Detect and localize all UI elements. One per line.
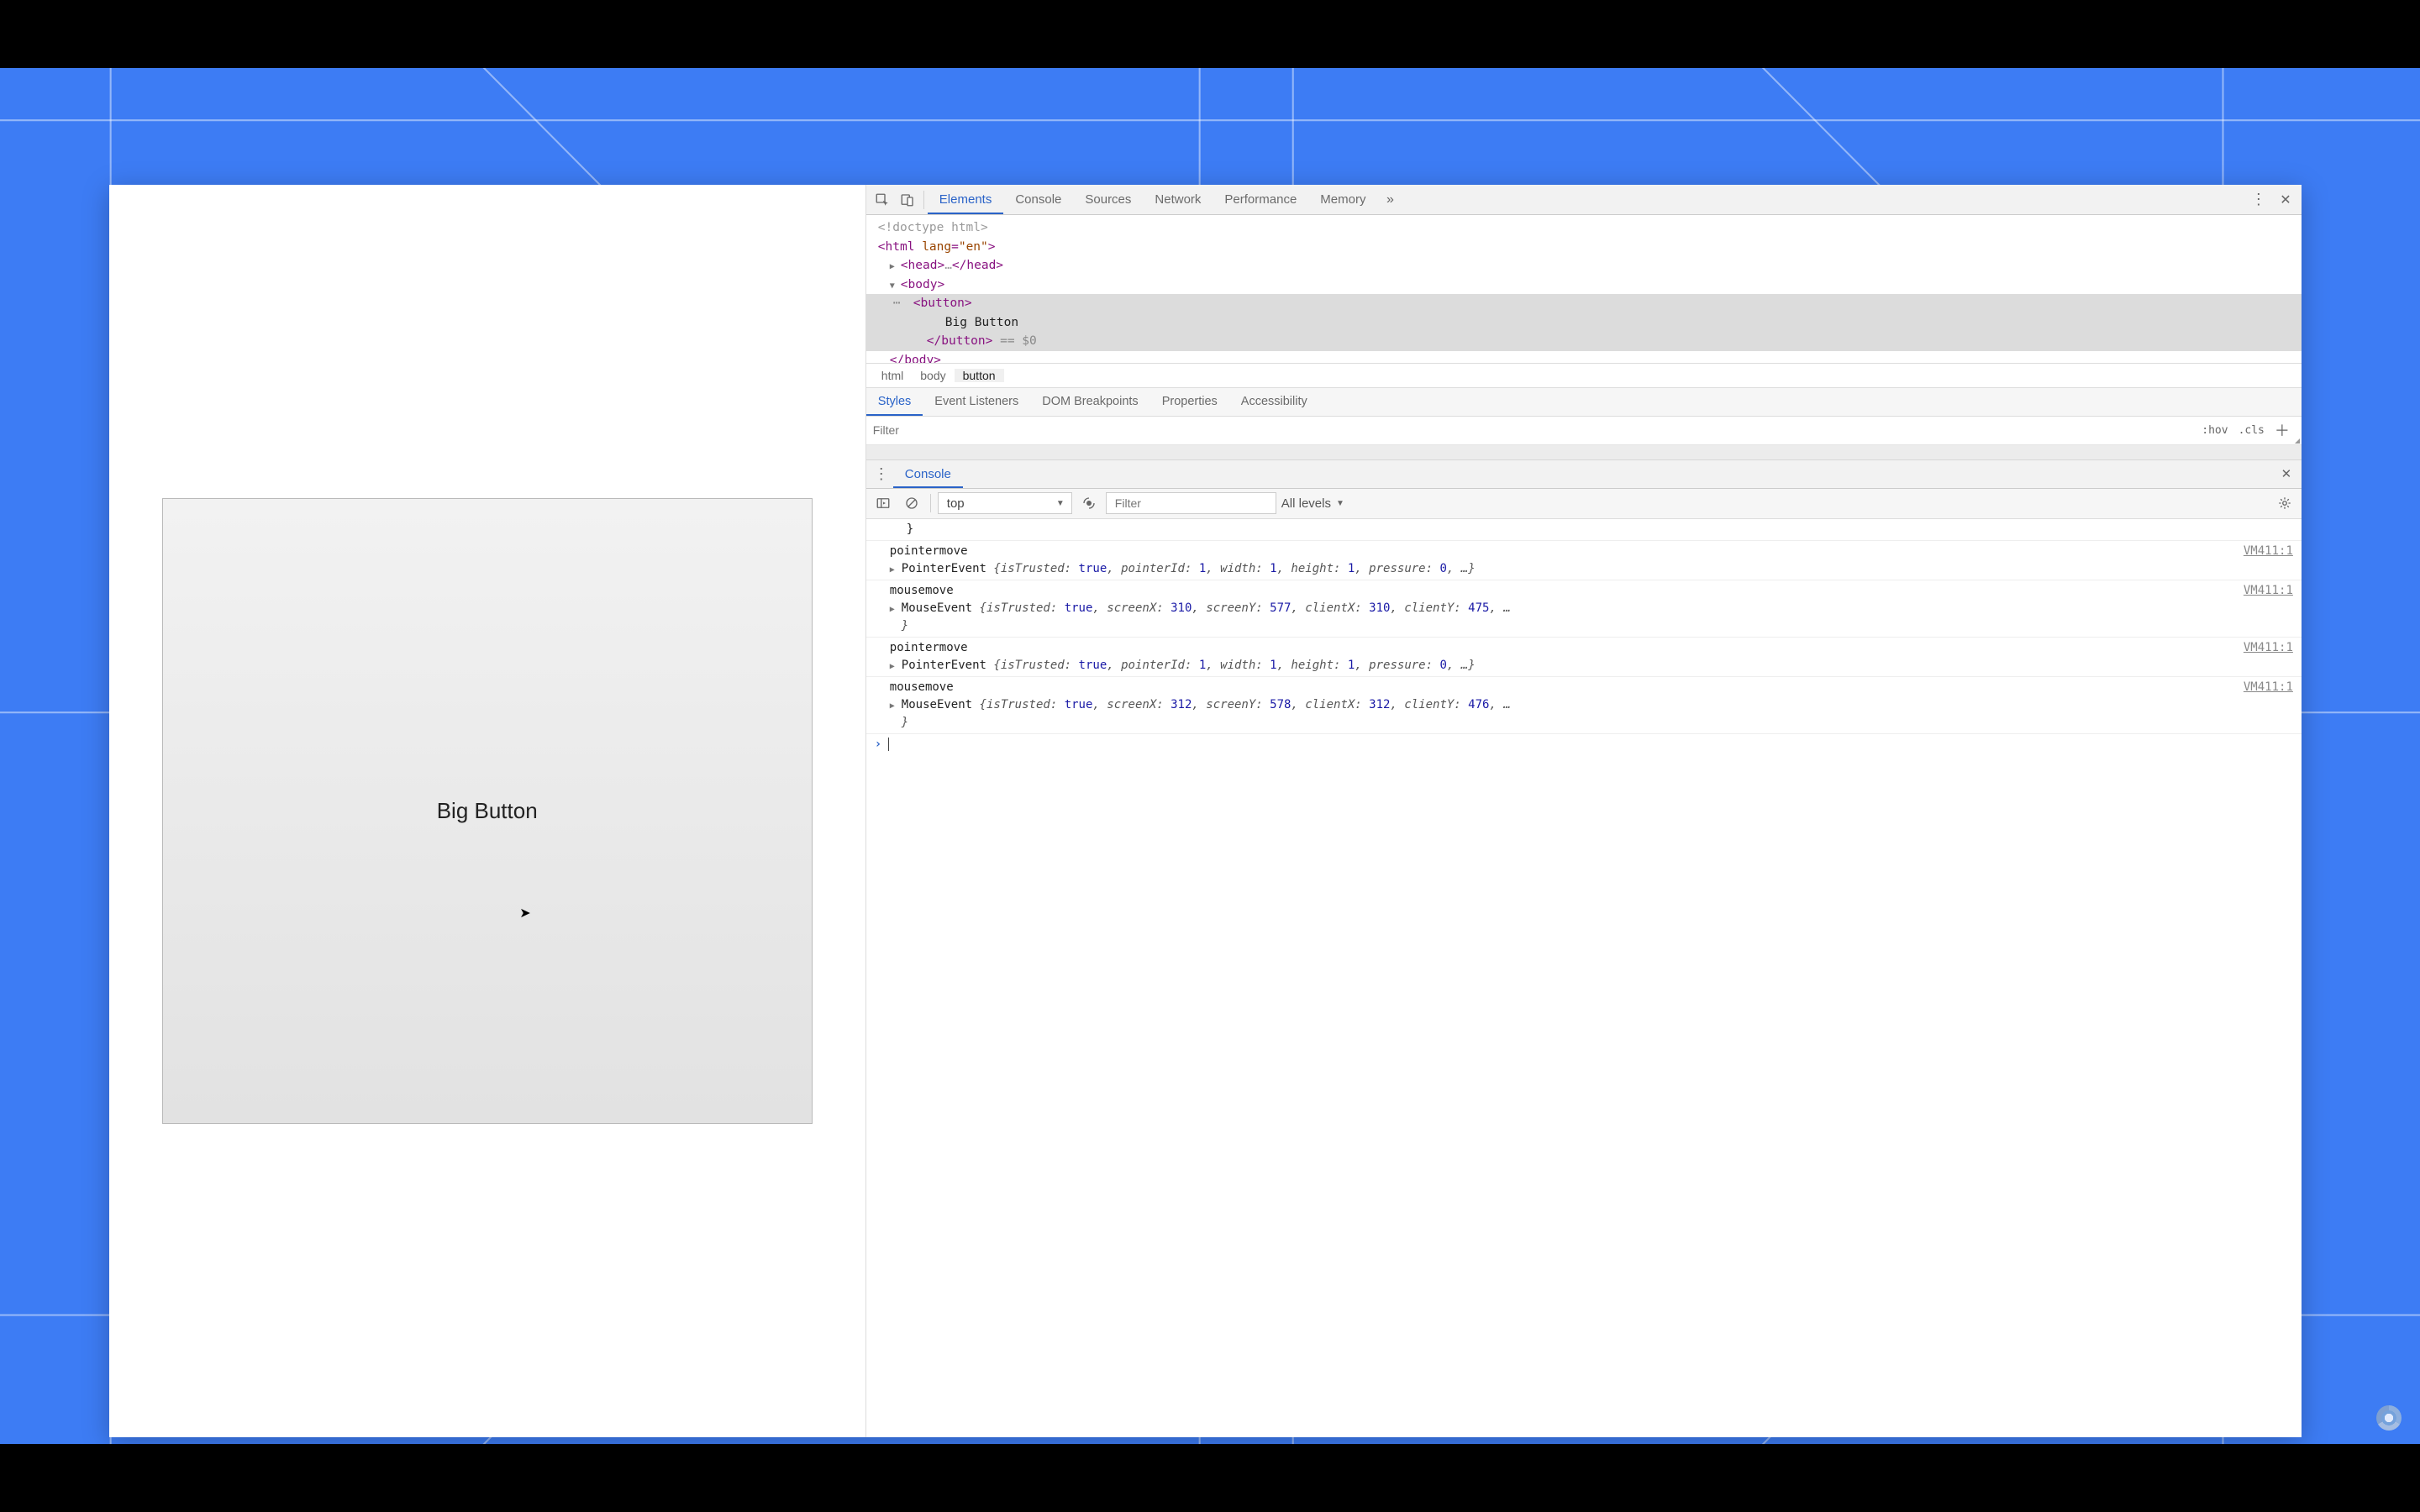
slide-background: Big Button ➤ Elements Console (0, 68, 2420, 1444)
letterbox-top (0, 0, 2420, 68)
dom-body-open[interactable]: <body> (901, 278, 944, 291)
styles-empty-area (866, 445, 2302, 460)
tabs-overflow-icon[interactable]: » (1377, 187, 1402, 213)
clear-console-icon[interactable] (900, 491, 923, 515)
close-drawer-icon[interactable]: ✕ (2275, 462, 2298, 486)
styles-filter-row: :hov .cls ＋ (866, 417, 2302, 445)
log-event-name: pointermove (890, 639, 2293, 657)
log-source-link[interactable]: VM411:1 (2244, 582, 2293, 600)
toggle-sidebar-icon[interactable] (871, 491, 895, 515)
styles-subtabs: Styles Event Listeners DOM Breakpoints P… (866, 388, 2302, 417)
console-drawer-tabs: ⋮ Console ✕ (866, 460, 2302, 489)
expand-object-icon[interactable]: ▶ (890, 696, 898, 712)
log-source-link[interactable]: VM411:1 (2244, 639, 2293, 657)
log-levels-select[interactable]: All levels▼ (1281, 496, 1344, 511)
device-toolbar-icon[interactable] (895, 187, 920, 213)
separator (930, 494, 931, 512)
hov-toggle[interactable]: :hov (2196, 424, 2233, 437)
tab-network[interactable]: Network (1143, 185, 1213, 214)
console-drawer: ⋮ Console ✕ top (866, 460, 2302, 1437)
subtab-styles[interactable]: Styles (866, 388, 923, 416)
expand-object-icon[interactable]: ▶ (890, 600, 898, 616)
letterbox-bottom (0, 1444, 2420, 1512)
log-source-link[interactable]: VM411:1 (2244, 543, 2293, 560)
prompt-caret (888, 738, 889, 751)
dom-tree[interactable]: <!doctype html> <html lang="en"> <head>…… (866, 215, 2302, 362)
new-style-rule-icon[interactable]: ＋ (2270, 419, 2295, 441)
console-settings-icon[interactable] (2273, 491, 2296, 515)
log-entry-pointermove[interactable]: VM411:1 pointermove ▶ PointerEvent {isTr… (866, 638, 2302, 677)
devtools-tab-bar: Elements Console Sources Network Perform… (866, 185, 2302, 215)
breadcrumb-button[interactable]: button (955, 369, 1004, 382)
big-button[interactable]: Big Button ➤ (162, 498, 813, 1124)
tab-elements[interactable]: Elements (928, 185, 1004, 214)
breadcrumb-html[interactable]: html (873, 369, 912, 382)
big-button-label: Big Button (437, 798, 538, 824)
log-source-link[interactable]: VM411:1 (2244, 679, 2293, 696)
separator (923, 191, 924, 209)
browser-and-devtools-window: Big Button ➤ Elements Console (109, 185, 2302, 1437)
log-entry-mousemove[interactable]: VM411:1 mousemove ▶ MouseEvent {isTruste… (866, 677, 2302, 734)
rendered-page-pane: Big Button ➤ (109, 185, 865, 1437)
chrome-logo-icon (2376, 1405, 2402, 1431)
tab-memory[interactable]: Memory (1308, 185, 1377, 214)
subtab-dom-breakpoints[interactable]: DOM Breakpoints (1030, 388, 1150, 416)
styles-filter-input[interactable] (873, 423, 2196, 437)
console-log-area[interactable]: } VM411:1 pointermove ▶ PointerEvent {is… (866, 519, 2302, 1437)
log-event-name: mousemove (890, 679, 2293, 696)
subtab-properties[interactable]: Properties (1150, 388, 1229, 416)
console-toolbar: top All levels▼ (866, 489, 2302, 519)
expand-object-icon[interactable]: ▶ (890, 657, 898, 673)
kebab-menu-icon[interactable]: ⋮ (2246, 187, 2271, 213)
expand-object-icon[interactable]: ▶ (890, 560, 898, 576)
dom-selected-node[interactable]: ⋯<button> Big Button </button> == $0 (866, 294, 2302, 350)
cls-toggle[interactable]: .cls (2233, 424, 2270, 437)
devtools-panel: Elements Console Sources Network Perform… (865, 185, 2302, 1437)
log-event-name: pointermove (890, 543, 2293, 560)
console-prompt[interactable]: › (866, 734, 2302, 754)
drawer-tab-console[interactable]: Console (893, 460, 963, 488)
prompt-chevron-icon: › (875, 738, 881, 751)
dom-selected-var: == $0 (992, 334, 1036, 348)
log-entry-pointermove[interactable]: VM411:1 pointermove ▶ PointerEvent {isTr… (866, 541, 2302, 580)
selection-ellipsis-icon: ⋯ (893, 294, 913, 312)
tab-console[interactable]: Console (1003, 185, 1073, 214)
dom-html-open[interactable]: <html lang="en"> (878, 240, 996, 254)
drawer-menu-icon[interactable]: ⋮ (870, 462, 893, 486)
tab-sources[interactable]: Sources (1073, 185, 1143, 214)
close-devtools-icon[interactable]: ✕ (2273, 187, 2298, 213)
execution-context-select[interactable]: top (938, 492, 1072, 514)
resize-handle-icon[interactable] (2295, 438, 2300, 444)
subtab-event-listeners[interactable]: Event Listeners (923, 388, 1030, 416)
dom-breadcrumb: html body button (866, 363, 2302, 388)
console-filter-input[interactable] (1106, 492, 1276, 514)
live-expression-icon[interactable] (1077, 491, 1101, 515)
mouse-cursor-icon: ➤ (519, 905, 530, 921)
tab-performance[interactable]: Performance (1213, 185, 1308, 214)
log-event-name: mousemove (890, 582, 2293, 600)
collapse-body-icon[interactable] (890, 276, 899, 294)
breadcrumb-body[interactable]: body (912, 369, 954, 382)
dom-body-close: </body> (890, 354, 941, 363)
log-entry-mousemove[interactable]: VM411:1 mousemove ▶ MouseEvent {isTruste… (866, 580, 2302, 638)
expand-head-icon[interactable] (890, 256, 899, 275)
log-entry-tail: } (866, 519, 2302, 541)
dom-button-text: Big Button (945, 316, 1018, 329)
dom-doctype: <!doctype html> (878, 218, 2293, 237)
subtab-accessibility[interactable]: Accessibility (1229, 388, 1319, 416)
inspect-element-icon[interactable] (870, 187, 895, 213)
